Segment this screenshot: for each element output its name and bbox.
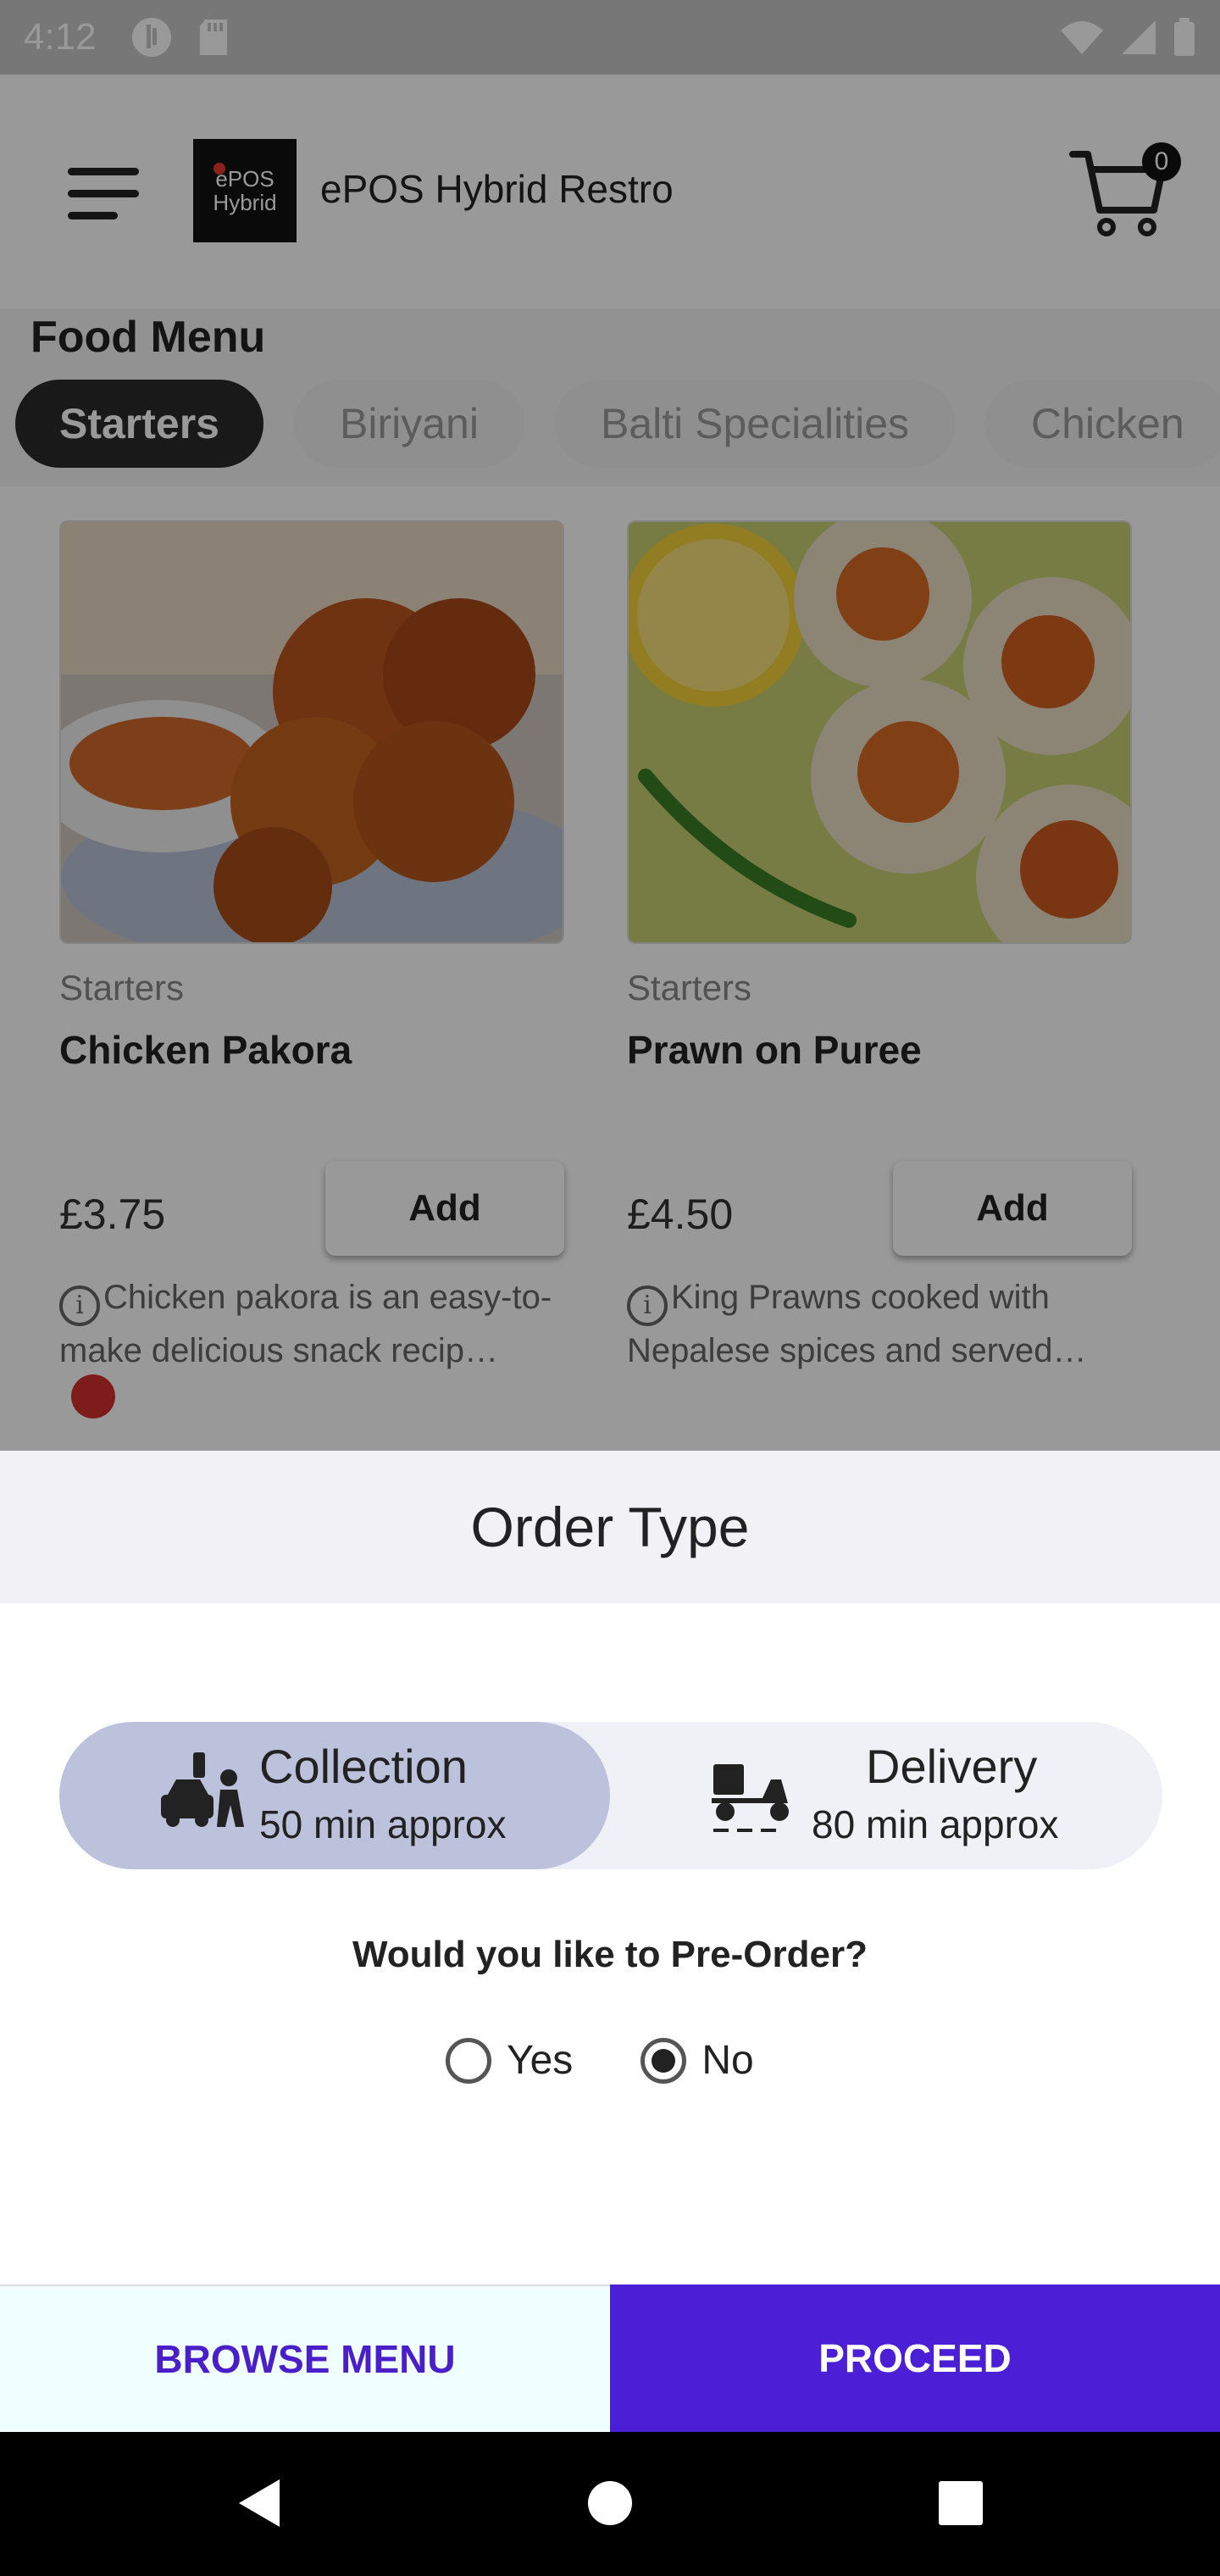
collection-icon [161,1752,244,1827]
order-type-toggle: Collection 50 min approx Delivery 80 min… [59,1722,1162,1869]
proceed-button[interactable]: PROCEED [610,2285,1220,2432]
delivery-option[interactable]: Delivery 80 min approx [612,1722,1162,1869]
preorder-no-label[interactable]: No [702,2037,753,2084]
modal-scrim[interactable] [0,0,1220,1451]
preorder-radio-group: Yes No [446,2037,754,2084]
sheet-title: Order Type [0,1451,1220,1603]
delivery-label: Delivery [866,1740,1038,1793]
delivery-scooter-icon [712,1764,789,1832]
preorder-no-radio[interactable] [640,2037,687,2084]
delivery-time: 80 min approx [812,1802,1059,1846]
back-icon[interactable] [229,2469,297,2537]
recents-icon[interactable] [927,2469,995,2537]
system-nav-bar [0,2432,1220,2576]
browse-menu-button[interactable]: BROWSE MENU [0,2285,610,2432]
preorder-yes-radio[interactable] [446,2037,491,2084]
preorder-yes-label[interactable]: Yes [507,2037,573,2084]
collection-time: 50 min approx [259,1802,507,1846]
collection-option[interactable]: Collection 50 min approx [59,1722,610,1869]
collection-label: Collection [259,1740,468,1793]
home-icon[interactable] [576,2469,644,2537]
preorder-question: Would you like to Pre-Order? [352,1934,868,1975]
